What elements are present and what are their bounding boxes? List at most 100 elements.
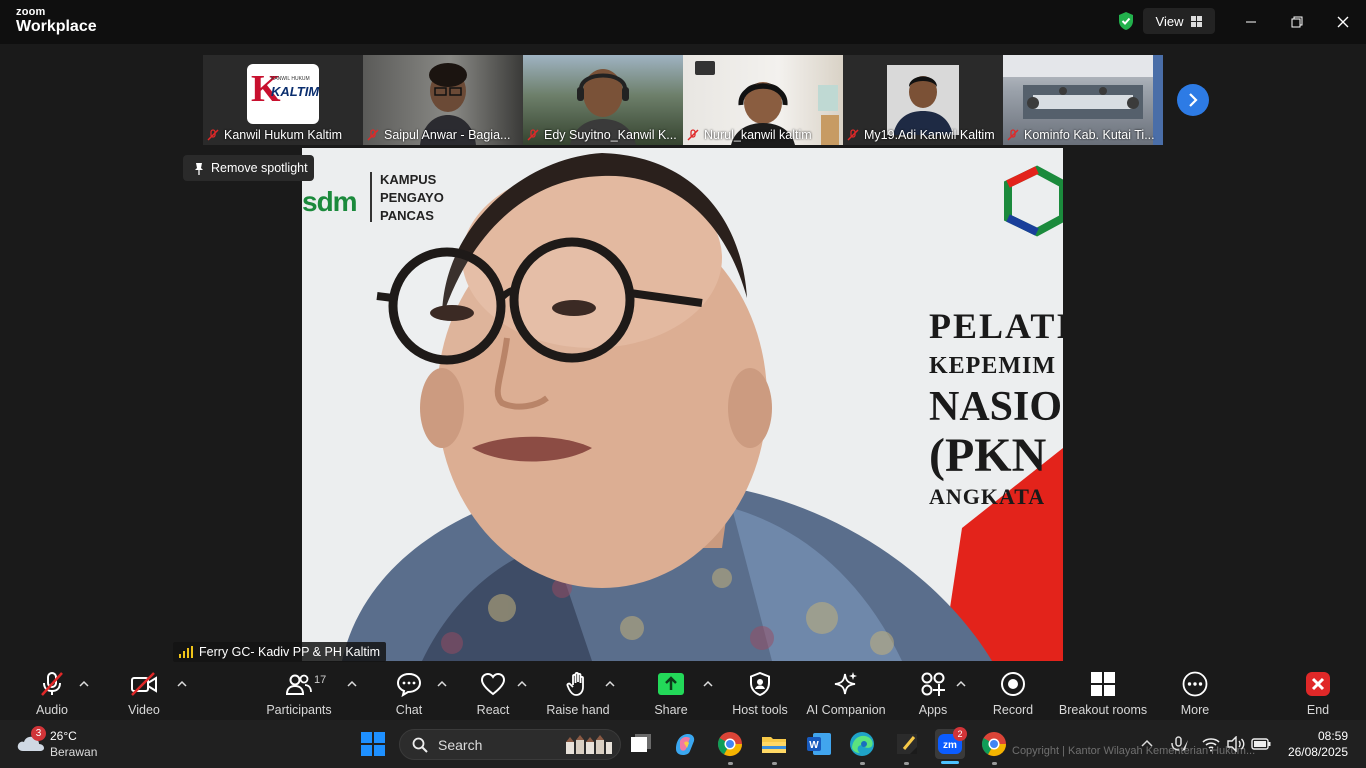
raise-hand-options-caret-icon[interactable]	[605, 679, 615, 689]
next-page-button[interactable]	[1177, 84, 1209, 116]
brand-big: Workplace	[16, 18, 97, 35]
backdrop-campus-text: KAMPUS PENGAYO PANCAS	[380, 172, 444, 223]
mic-muted-icon	[207, 129, 219, 141]
edge-button[interactable]	[847, 729, 877, 759]
wifi-icon[interactable]	[1202, 736, 1220, 752]
react-button[interactable]: React	[470, 668, 516, 720]
edge-icon	[850, 732, 874, 756]
main-video[interactable]: sdm KAMPUS PENGAYO PANCAS PELATI KEPEMIM…	[302, 148, 1063, 661]
show-hidden-icons-icon[interactable]	[1141, 738, 1153, 748]
weather-temperature[interactable]: 26°C	[50, 729, 77, 743]
chrome-button[interactable]	[715, 729, 745, 759]
share-screen-icon	[658, 673, 684, 695]
react-options-caret-icon[interactable]	[517, 679, 527, 689]
mic-muted-icon	[1007, 129, 1019, 141]
minimize-button[interactable]	[1228, 8, 1274, 36]
chevron-right-icon	[1189, 93, 1198, 107]
chrome-icon	[981, 732, 1006, 757]
raise-hand-label: Raise hand	[546, 703, 610, 717]
file-explorer-button[interactable]	[759, 729, 789, 759]
participant-label: Edy Suyitno_Kanwil K...	[527, 128, 677, 142]
chat-label: Chat	[395, 703, 423, 717]
participants-options-caret-icon[interactable]	[347, 679, 357, 689]
chat-button[interactable]: Chat	[386, 668, 432, 720]
end-icon	[1306, 672, 1330, 696]
raise-hand-button[interactable]: Raise hand	[544, 668, 612, 720]
participant-tile[interactable]: Saipul Anwar - Bagia...	[363, 55, 523, 145]
ai-companion-button[interactable]: AI Companion	[806, 668, 886, 720]
weather-badge: 3	[31, 726, 46, 741]
video-options-caret-icon[interactable]	[177, 679, 187, 689]
minimize-icon	[1246, 21, 1256, 23]
participant-tile[interactable]: My19.Adi Kanwil Kaltim	[843, 55, 1003, 145]
zoom-notification-badge: 2	[953, 727, 967, 741]
participant-tile[interactable]: K KANWIL HUKUM KALTIM Kanwil Hukum Kalti…	[203, 55, 363, 145]
share-button[interactable]: Share	[648, 668, 694, 720]
participant-label: Kanwil Hukum Kaltim	[207, 128, 342, 142]
kaltim-logo: K KANWIL HUKUM KALTIM	[247, 64, 319, 124]
word-icon: W	[807, 733, 831, 755]
ai-companion-label: AI Companion	[806, 703, 886, 717]
participants-count: 17	[314, 674, 327, 686]
breakout-rooms-icon	[1091, 672, 1115, 696]
clock-date: 26/08/2025	[1287, 745, 1348, 759]
chrome-profile-button[interactable]	[979, 729, 1009, 759]
close-window-button[interactable]	[1320, 8, 1366, 36]
taskbar-clock[interactable]: 08:59 26/08/2025	[1288, 728, 1348, 760]
host-tools-button[interactable]: Host tools	[730, 668, 790, 720]
breakout-rooms-button[interactable]: Breakout rooms	[1058, 668, 1148, 720]
windows-start-icon[interactable]	[361, 732, 385, 756]
record-button[interactable]: Record	[990, 668, 1036, 720]
participant-name: Kanwil Hukum Kaltim	[224, 128, 343, 142]
audio-options-caret-icon[interactable]	[79, 679, 89, 689]
apps-button[interactable]: Apps	[912, 668, 954, 720]
close-icon	[1337, 16, 1349, 28]
volume-icon[interactable]	[1226, 736, 1246, 752]
remove-spotlight-button[interactable]: Remove spotlight	[183, 155, 314, 181]
participant-tile[interactable]: Kominfo Kab. Kutai Ti...	[1003, 55, 1163, 145]
breakout-rooms-label: Breakout rooms	[1058, 703, 1148, 717]
chrome-icon	[717, 732, 742, 757]
signal-strength-icon	[179, 646, 193, 658]
svg-text:W: W	[809, 740, 819, 751]
video-off-icon	[131, 672, 157, 696]
encryption-shield-icon[interactable]	[1117, 11, 1135, 31]
share-options-caret-icon[interactable]	[703, 679, 713, 689]
edge-running-indicator	[860, 762, 865, 765]
end-meeting-button[interactable]: End	[1298, 668, 1338, 720]
record-label: Record	[992, 703, 1034, 717]
battery-icon[interactable]	[1251, 737, 1271, 751]
view-button[interactable]: View	[1143, 8, 1215, 34]
participant-name: Kominfo Kab. Kutai Ti...	[1024, 128, 1155, 142]
taskbar-search-box[interactable]: Search	[399, 729, 621, 760]
weather-description[interactable]: Berawan	[50, 745, 97, 759]
task-view-button[interactable]	[626, 729, 656, 759]
host-shield-icon	[750, 672, 770, 696]
react-label: React	[476, 703, 510, 717]
apps-options-caret-icon[interactable]	[956, 679, 966, 689]
raise-hand-icon	[566, 671, 584, 696]
sticky-notes-button[interactable]	[892, 729, 922, 759]
participant-name: Nurul_kanwil kaltim	[704, 128, 812, 142]
mic-muted-icon	[527, 129, 539, 141]
restore-button[interactable]	[1274, 8, 1320, 36]
folder-icon	[762, 737, 786, 753]
word-button[interactable]: W	[804, 729, 834, 759]
video-button[interactable]: Video	[122, 668, 166, 720]
task-view-icon	[631, 734, 651, 752]
apps-icon	[921, 672, 945, 696]
participant-tile[interactable]: Edy Suyitno_Kanwil K...	[523, 55, 683, 145]
participant-strip: K KANWIL HUKUM KALTIM Kanwil Hukum Kalti…	[203, 55, 1163, 145]
chat-options-caret-icon[interactable]	[437, 679, 447, 689]
backdrop-divider	[370, 172, 372, 222]
location-mic-icon[interactable]	[1170, 735, 1190, 753]
more-button[interactable]: More	[1172, 668, 1218, 720]
video-label: Video	[128, 703, 160, 717]
participant-tile[interactable]: Nurul_kanwil kaltim	[683, 55, 843, 145]
grid-icon	[1191, 15, 1203, 27]
participants-label: Participants	[266, 703, 332, 717]
audio-button[interactable]: Audio	[30, 668, 74, 720]
explorer-running-indicator	[772, 762, 777, 765]
backdrop-logo-text: sdm	[302, 186, 358, 217]
copilot-button[interactable]	[670, 729, 700, 759]
